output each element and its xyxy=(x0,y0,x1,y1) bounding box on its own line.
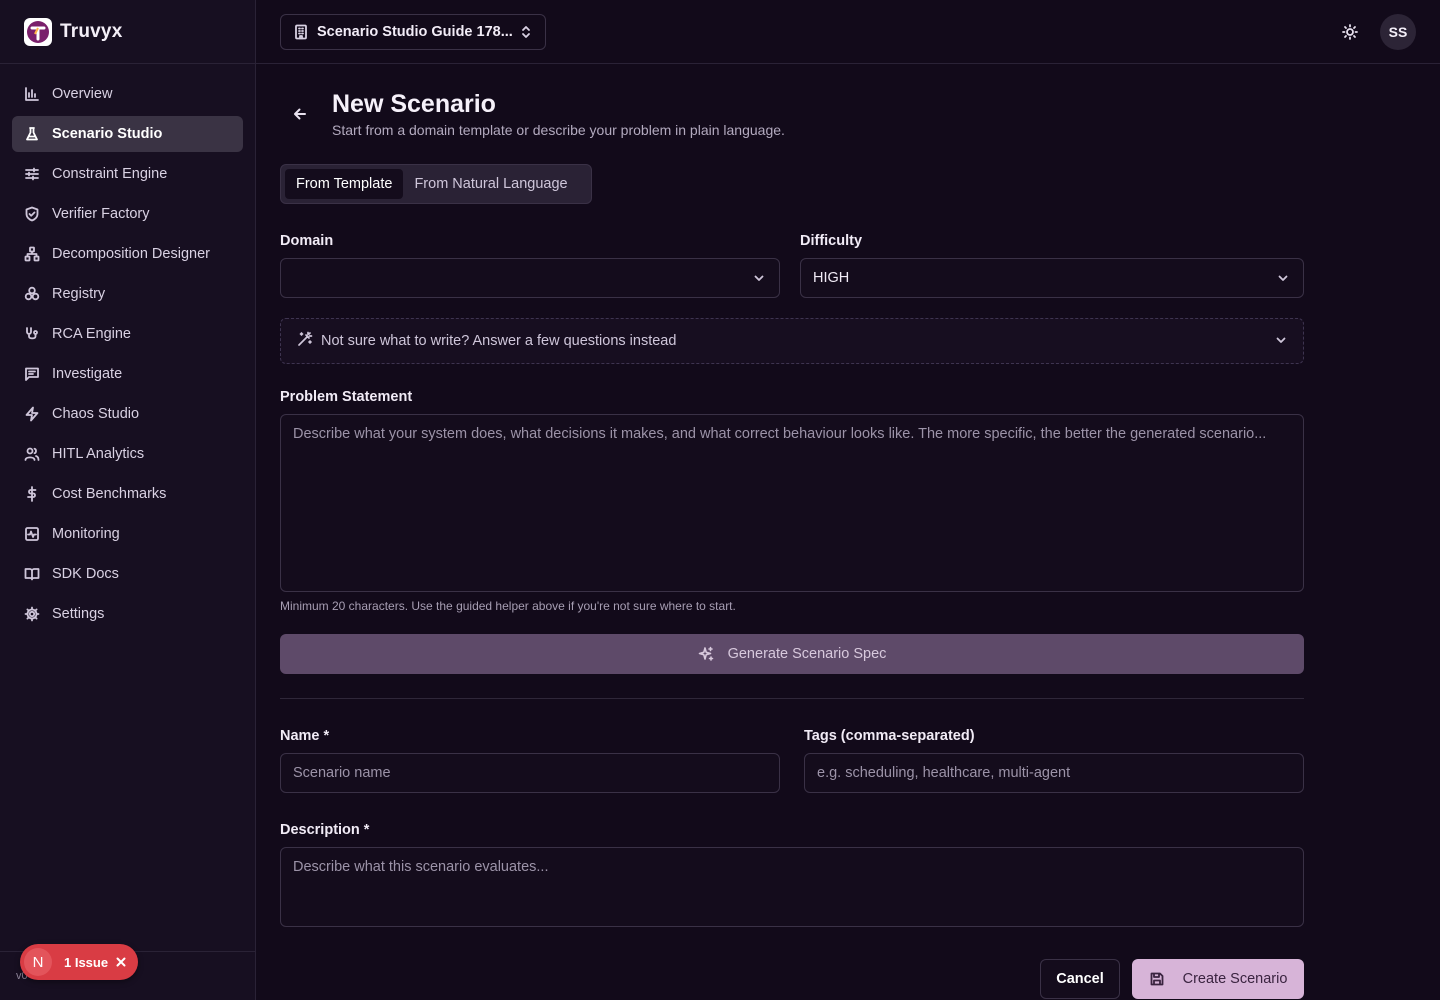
message-icon xyxy=(24,366,40,382)
helper-text: Not sure what to write? Answer a few que… xyxy=(321,333,677,349)
sidebar-item-label: Chaos Studio xyxy=(52,406,140,422)
sliders-icon xyxy=(24,166,40,182)
sidebar-item-label: Cost Benchmarks xyxy=(52,486,167,502)
shield-check-icon xyxy=(24,206,40,222)
problem-statement-input[interactable] xyxy=(280,414,1304,592)
section-divider xyxy=(280,698,1304,699)
zap-icon xyxy=(24,406,40,422)
difficulty-value: HIGH xyxy=(813,270,850,286)
workspace-switcher[interactable]: Scenario Studio Guide 178... xyxy=(280,14,546,50)
sidebar: Truvyx Overview Scenario Studio Constrai… xyxy=(0,0,256,1000)
issue-count: 1 Issue xyxy=(64,954,109,970)
problem-statement-label: Problem Statement xyxy=(280,389,413,405)
sidebar-nav: Overview Scenario Studio Constraint Engi… xyxy=(0,64,255,632)
sidebar-item-verifier-factory[interactable]: Verifier Factory xyxy=(12,196,243,232)
generate-scenario-spec-button[interactable]: Generate Scenario Spec xyxy=(280,634,1304,674)
close-icon[interactable] xyxy=(116,957,126,967)
description-label: Description * xyxy=(280,822,370,838)
mode-tabs: From Template From Natural Language xyxy=(280,164,592,204)
tags-label: Tags (comma-separated) xyxy=(804,728,975,744)
tab-from-natural-language[interactable]: From Natural Language xyxy=(403,169,578,199)
sidebar-item-label: Registry xyxy=(52,286,106,302)
generate-label: Generate Scenario Spec xyxy=(727,646,887,662)
sidebar-item-label: Overview xyxy=(52,86,113,102)
flask-icon xyxy=(24,126,40,142)
truvyx-logo-icon xyxy=(24,17,52,46)
wand-icon xyxy=(297,331,313,351)
sidebar-item-label: SDK Docs xyxy=(52,566,119,582)
sun-icon xyxy=(1342,24,1358,40)
topbar: Scenario Studio Guide 178... SS xyxy=(256,0,1440,64)
tab-from-template[interactable]: From Template xyxy=(285,169,404,199)
sidebar-item-label: Monitoring xyxy=(52,526,120,542)
stethoscope-icon xyxy=(24,326,40,342)
sidebar-item-monitoring[interactable]: Monitoring xyxy=(12,516,243,552)
sidebar-item-sdk-docs[interactable]: SDK Docs xyxy=(12,556,243,592)
dollar-icon xyxy=(24,486,40,502)
chevron-down-icon xyxy=(1275,334,1287,350)
sidebar-item-hitl-analytics[interactable]: HITL Analytics xyxy=(12,436,243,472)
domain-select[interactable] xyxy=(280,258,780,298)
arrow-left-icon xyxy=(294,108,306,120)
brand[interactable]: Truvyx xyxy=(0,0,255,64)
sidebar-item-label: Constraint Engine xyxy=(52,166,168,182)
sparkles-icon xyxy=(698,646,713,661)
boxes-icon xyxy=(24,286,40,302)
difficulty-label: Difficulty xyxy=(800,233,863,249)
sidebar-item-decomposition-designer[interactable]: Decomposition Designer xyxy=(12,236,243,272)
building-icon xyxy=(295,24,307,40)
create-scenario-button[interactable]: Create Scenario xyxy=(1132,959,1304,999)
save-icon xyxy=(1150,972,1164,986)
sidebar-item-scenario-studio[interactable]: Scenario Studio xyxy=(12,116,243,152)
sidebar-item-registry[interactable]: Registry xyxy=(12,276,243,312)
sidebar-item-constraint-engine[interactable]: Constraint Engine xyxy=(12,156,243,192)
create-label: Create Scenario xyxy=(1182,971,1288,987)
sidebar-item-overview[interactable]: Overview xyxy=(12,76,243,112)
issues-indicator[interactable]: N 1 Issue xyxy=(20,944,138,980)
domain-label: Domain xyxy=(280,233,334,249)
scenario-name-input[interactable] xyxy=(280,753,780,793)
sidebar-item-label: Settings xyxy=(52,606,105,622)
avatar[interactable]: SS xyxy=(1380,14,1416,50)
sidebar-item-label: Investigate xyxy=(52,366,123,382)
bar-chart-icon xyxy=(24,86,40,102)
tags-input[interactable] xyxy=(804,753,1304,793)
description-input[interactable] xyxy=(280,847,1304,927)
sidebar-item-label: Scenario Studio xyxy=(52,126,163,142)
book-icon xyxy=(24,566,40,582)
back-button[interactable] xyxy=(290,104,310,124)
guided-helper-toggle[interactable]: Not sure what to write? Answer a few que… xyxy=(280,318,1304,364)
sidebar-item-label: RCA Engine xyxy=(52,326,131,342)
brand-name: Truvyx xyxy=(60,20,123,42)
sidebar-item-rca-engine[interactable]: RCA Engine xyxy=(12,316,243,352)
users-icon xyxy=(24,446,40,462)
difficulty-select[interactable]: HIGH xyxy=(800,258,1304,298)
activity-icon xyxy=(24,526,40,542)
sidebar-item-label: Decomposition Designer xyxy=(52,246,210,262)
chevron-down-icon xyxy=(1277,272,1289,288)
problem-statement-hint: Minimum 20 characters. Use the guided he… xyxy=(280,599,736,613)
chevrons-up-down-icon xyxy=(522,26,530,38)
theme-toggle-button[interactable] xyxy=(1340,22,1360,42)
cancel-button[interactable]: Cancel xyxy=(1040,959,1120,999)
workspace-name: Scenario Studio Guide 178... xyxy=(317,24,513,40)
chevron-down-icon xyxy=(753,272,765,288)
page-title: New Scenario xyxy=(332,90,496,118)
sidebar-item-label: Verifier Factory xyxy=(52,206,150,222)
page-subtitle: Start from a domain template or describe… xyxy=(332,122,785,138)
sidebar-item-label: HITL Analytics xyxy=(52,446,145,462)
sidebar-item-settings[interactable]: Settings xyxy=(12,596,243,632)
sidebar-item-cost-benchmarks[interactable]: Cost Benchmarks xyxy=(12,476,243,512)
name-label: Name * xyxy=(280,728,330,744)
issue-badge: N xyxy=(24,948,52,976)
gear-icon xyxy=(24,606,40,622)
network-icon xyxy=(24,246,40,262)
sidebar-item-investigate[interactable]: Investigate xyxy=(12,356,243,392)
sidebar-item-chaos-studio[interactable]: Chaos Studio xyxy=(12,396,243,432)
